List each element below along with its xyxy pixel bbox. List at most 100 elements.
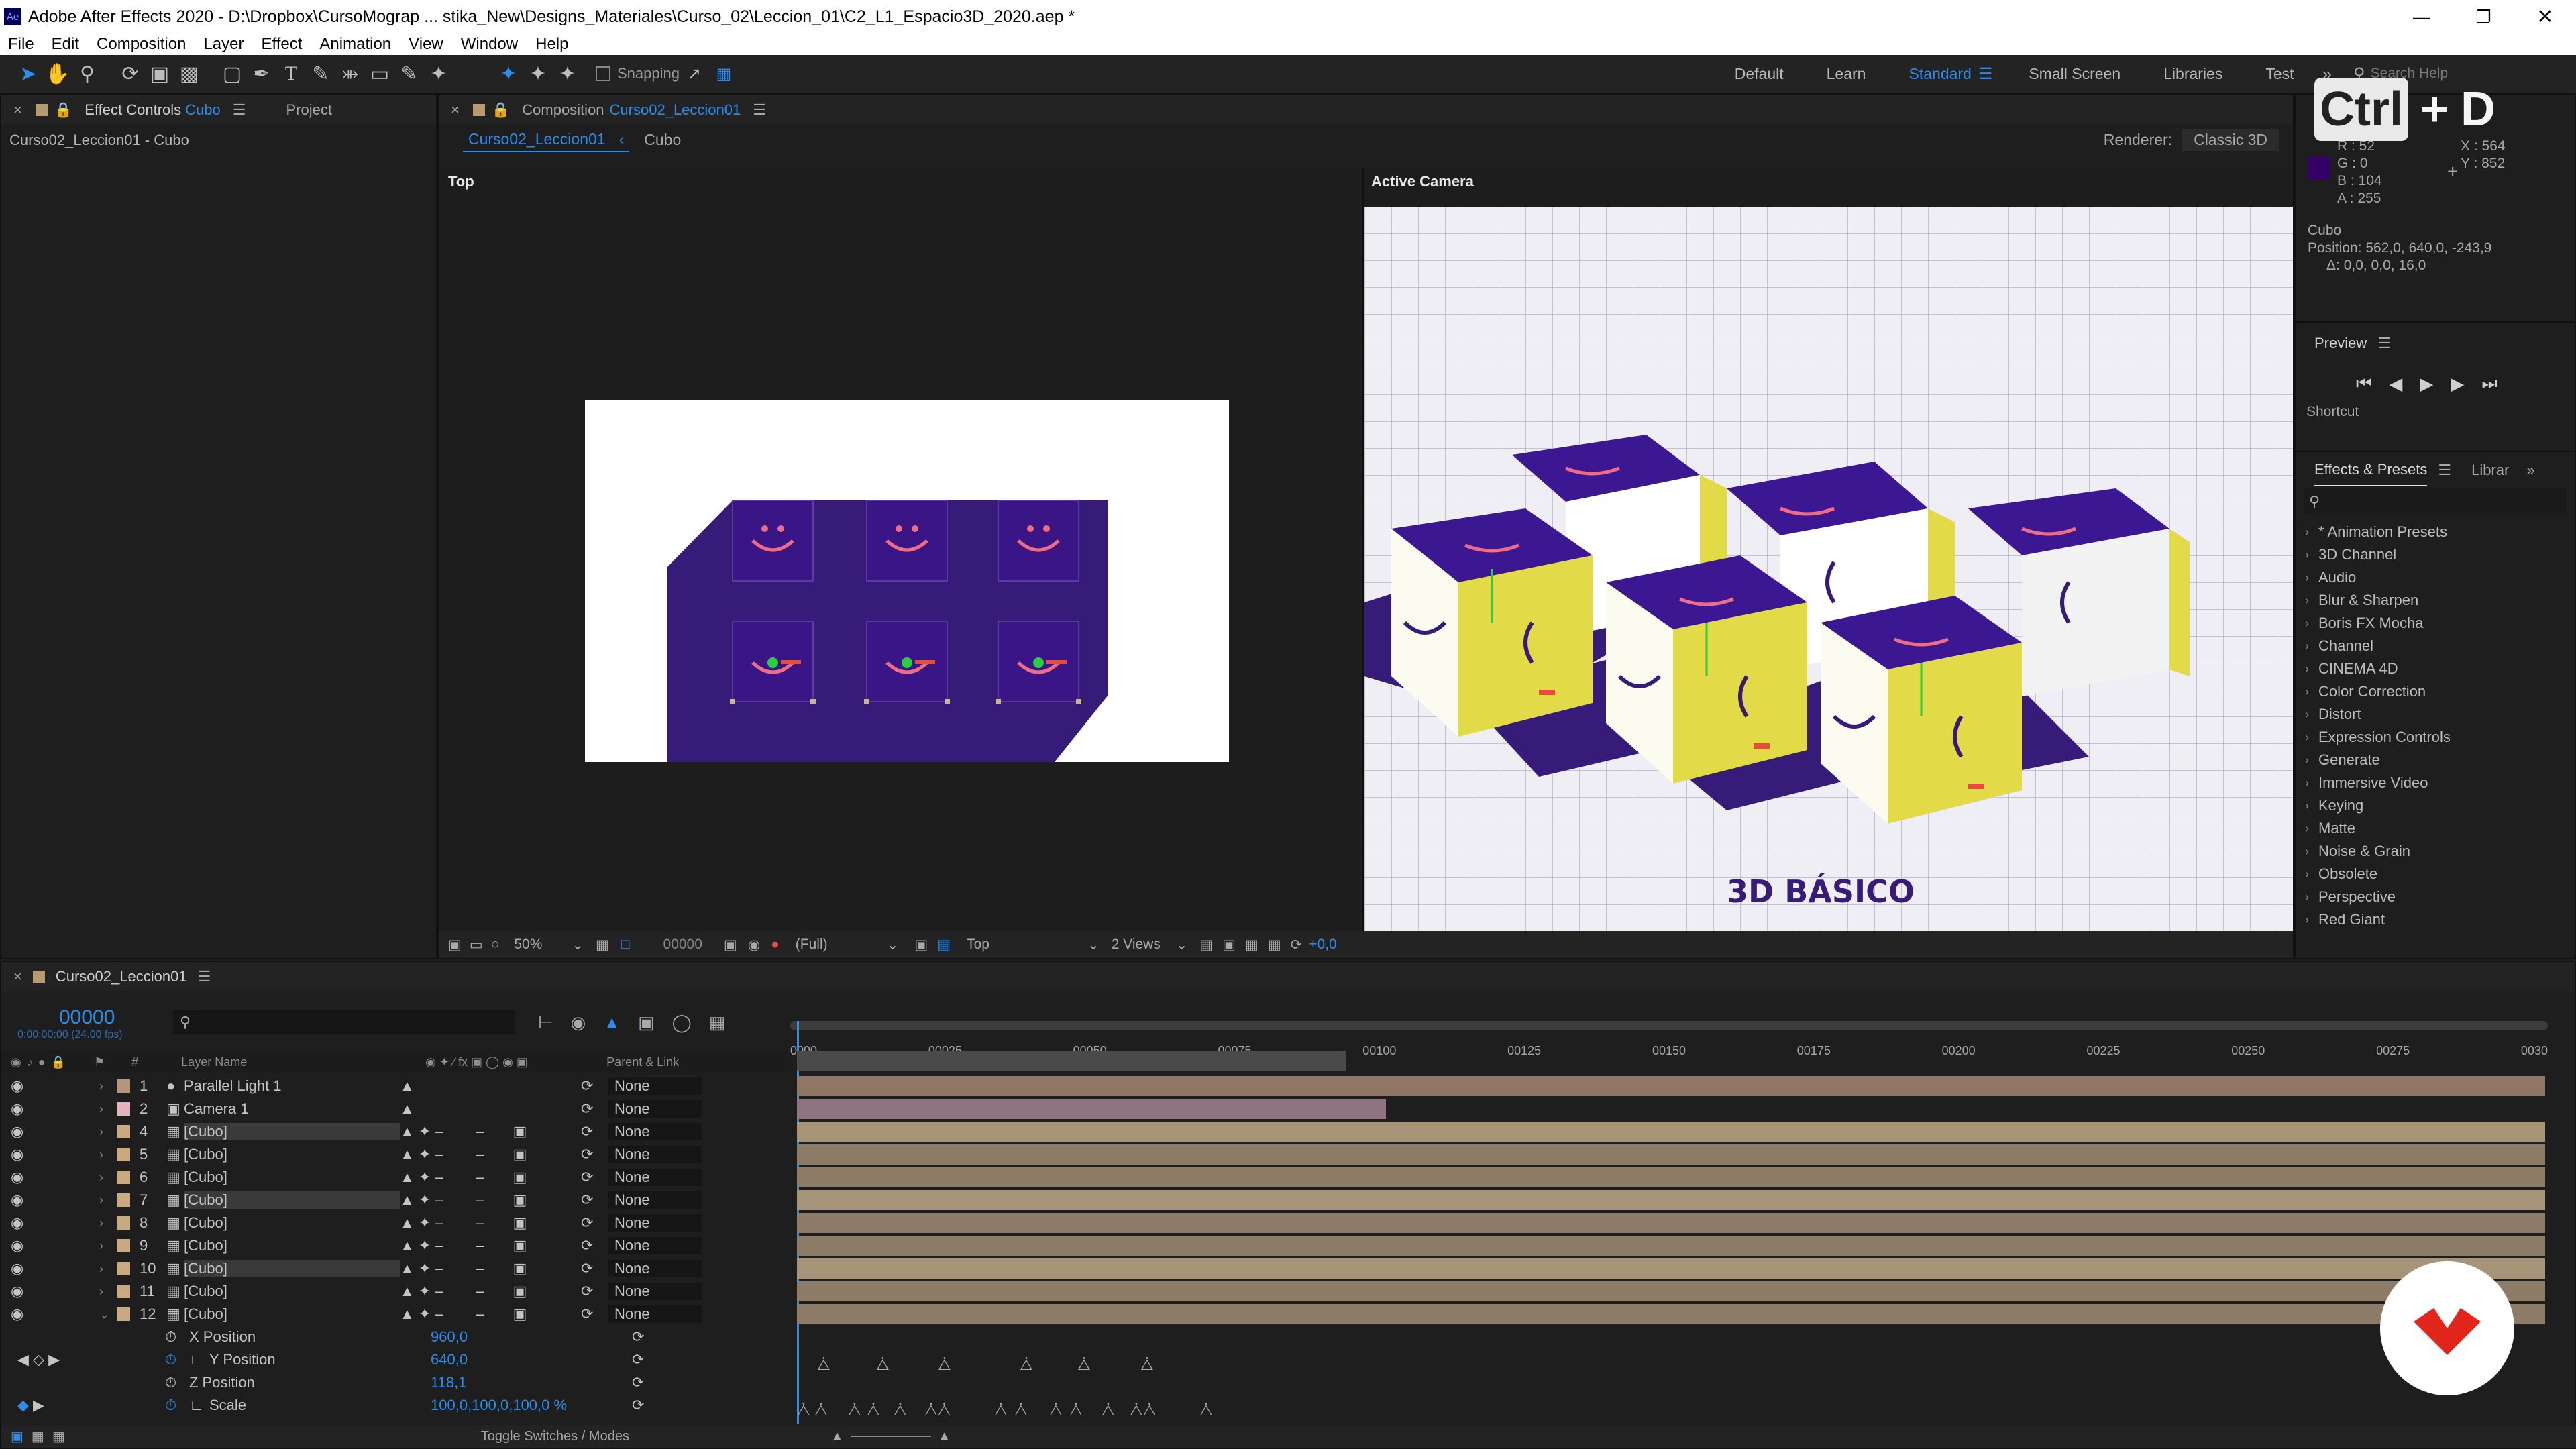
composition-tab-name[interactable]: Curso02_Leccion01: [610, 101, 741, 119]
effects-category[interactable]: › * Animation Presets: [2296, 521, 2575, 543]
property-row[interactable]: ◆ ▶ ⏱ ∟ Scale 100,0,100,0,100,0 % ⟳: [1, 1394, 785, 1417]
expression-pickwhip-icon[interactable]: ⟳: [632, 1397, 644, 1414]
fit-icon[interactable]: ▦: [596, 936, 609, 953]
layer-name[interactable]: [Cubo]: [184, 1123, 400, 1140]
menu-composition[interactable]: Composition: [97, 35, 186, 54]
layer-row[interactable]: ◉ › 5 ▦ [Cubo] ▲ ✦ – – ▣ ⟳ None: [1, 1143, 785, 1166]
layer-bar-light[interactable]: [797, 1076, 2545, 1096]
always-preview-icon[interactable]: ▣: [448, 936, 462, 953]
snap-features-icon[interactable]: ▦: [709, 59, 739, 89]
layer-label-color[interactable]: [117, 1285, 130, 1298]
selection-tool-icon[interactable]: ➤: [13, 59, 43, 89]
expression-pickwhip-icon[interactable]: ⟳: [632, 1374, 644, 1391]
next-frame-icon[interactable]: ▶: [2451, 374, 2464, 394]
layer-label-color[interactable]: [117, 1193, 130, 1207]
timeline-comp-tab[interactable]: Curso02_Leccion01: [56, 968, 187, 985]
zoom-in-icon[interactable]: ▲: [938, 1429, 951, 1444]
expand-chevron-icon[interactable]: ›: [99, 1171, 113, 1185]
menu-window[interactable]: Window: [461, 35, 518, 54]
layer-name[interactable]: [Cubo]: [184, 1146, 400, 1163]
layer-bar-cubo[interactable]: [797, 1236, 2545, 1256]
layer-name[interactable]: [Cubo]: [184, 1237, 400, 1254]
expand-chevron-icon[interactable]: ›: [99, 1125, 113, 1139]
layer-bar-cubo[interactable]: [797, 1190, 2545, 1210]
keyframe-marker[interactable]: ⧊: [1049, 1402, 1063, 1419]
workspace-menu-icon[interactable]: ☰: [1978, 64, 1993, 84]
pen-tool-icon[interactable]: ✒: [247, 59, 276, 89]
exposure-value[interactable]: +0,0: [1309, 936, 1336, 953]
brush-tool-icon[interactable]: ✎: [306, 59, 335, 89]
layer-bar-cubo[interactable]: [797, 1167, 2545, 1187]
keyframe-marker[interactable]: ⧊⧊: [924, 1402, 951, 1419]
effects-category[interactable]: › CINEMA 4D: [2296, 657, 2575, 680]
expand-chevron-icon[interactable]: ›: [99, 1262, 113, 1276]
layer-name[interactable]: [Cubo]: [184, 1260, 400, 1277]
parent-pickwhip-icon[interactable]: ⟳: [581, 1305, 608, 1323]
layer-bar-cubo[interactable]: [797, 1122, 2545, 1142]
comp-flowchart-icon[interactable]: ▣: [11, 1428, 23, 1445]
keyframe-marker[interactable]: ⧊: [1102, 1402, 1115, 1419]
visibility-eye-icon[interactable]: ◉: [11, 1123, 52, 1140]
effects-category[interactable]: › Boris FX Mocha: [2296, 612, 2575, 635]
stopwatch-icon[interactable]: ⏱: [165, 1328, 189, 1346]
camera-tool-icon[interactable]: ▣: [145, 59, 174, 89]
expand-chevron-icon[interactable]: ›: [99, 1193, 113, 1208]
parent-pickwhip-icon[interactable]: ⟳: [581, 1214, 608, 1232]
effects-category[interactable]: › Immersive Video: [2296, 771, 2575, 794]
graph-editor-icon[interactable]: ▦: [709, 1012, 726, 1033]
parent-pickwhip-icon[interactable]: ⟳: [581, 1191, 608, 1209]
menu-file[interactable]: File: [8, 35, 34, 54]
mask-view-icon[interactable]: ○: [491, 936, 500, 953]
layer-label-color[interactable]: [117, 1125, 130, 1138]
visibility-eye-icon[interactable]: ◉: [11, 1214, 52, 1232]
parent-pickwhip-icon[interactable]: ⟳: [581, 1077, 608, 1095]
parent-dropdown[interactable]: None: [608, 1100, 702, 1118]
keyframe-marker[interactable]: ⧊: [1014, 1402, 1028, 1419]
expand-panes-icon[interactable]: ▦: [32, 1428, 44, 1445]
close-button[interactable]: ✕: [2514, 5, 2576, 29]
collapse-chevron-icon[interactable]: ⌄: [99, 1307, 113, 1322]
transparency-grid-icon[interactable]: ▦: [937, 936, 951, 953]
parent-pickwhip-icon[interactable]: ⟳: [581, 1237, 608, 1254]
keyframe-marker[interactable]: ⧊⧊: [1130, 1402, 1156, 1419]
effect-controls-tab[interactable]: Effect Controls: [85, 101, 181, 119]
libraries-tab[interactable]: Librar: [2471, 462, 2509, 479]
visibility-eye-icon[interactable]: ◉: [11, 1191, 52, 1209]
zoom-slider[interactable]: [850, 1436, 931, 1437]
keyframe-nav-icon[interactable]: ◀ ◇ ▶: [17, 1351, 165, 1368]
comp-mini-flowchart-icon[interactable]: ⊢: [538, 1012, 553, 1033]
parent-dropdown[interactable]: None: [608, 1305, 702, 1323]
timeline-search-field[interactable]: ⚲: [173, 1010, 515, 1034]
layer-bar-cubo[interactable]: [797, 1213, 2545, 1233]
work-area-bar[interactable]: [790, 1021, 2548, 1030]
layer-name[interactable]: [Cubo]: [184, 1169, 400, 1186]
parent-pickwhip-icon[interactable]: ⟳: [581, 1146, 608, 1163]
expression-pickwhip-icon[interactable]: ⟳: [632, 1351, 644, 1368]
parent-pickwhip-icon[interactable]: ⟳: [581, 1169, 608, 1186]
layer-label-color[interactable]: [117, 1079, 130, 1093]
stopwatch-icon[interactable]: ⏱: [165, 1351, 189, 1368]
menu-layer[interactable]: Layer: [203, 35, 244, 54]
property-row[interactable]: ⏱ Z Position 118,1 ⟳: [1, 1371, 785, 1394]
keyframe-marker[interactable]: ⧊: [1199, 1402, 1213, 1419]
layer-name[interactable]: [Cubo]: [184, 1191, 400, 1209]
layer-label-color[interactable]: [117, 1171, 130, 1184]
effects-category[interactable]: › Expression Controls: [2296, 726, 2575, 749]
keyframe-marker[interactable]: ⧊: [814, 1402, 828, 1419]
layer-row[interactable]: ◉ › 6 ▦ [Cubo] ▲ ✦ – – ▣ ⟳ None: [1, 1166, 785, 1189]
workspace-default[interactable]: Default: [1735, 65, 1784, 83]
flowchart-icon[interactable]: ▦: [1268, 936, 1281, 953]
layer-row[interactable]: ◉ › 7 ▦ [Cubo] ▲ ✦ – – ▣ ⟳ None: [1, 1189, 785, 1212]
layer-label-color[interactable]: [117, 1102, 130, 1116]
comp-lock-icon[interactable]: 🔒: [492, 101, 510, 119]
layer-label-color[interactable]: [117, 1262, 130, 1275]
zoom-chevron-icon[interactable]: ⌄: [572, 936, 584, 953]
parent-pickwhip-icon[interactable]: ⟳: [581, 1100, 608, 1118]
parent-dropdown[interactable]: None: [608, 1191, 702, 1209]
keyframe-marker[interactable]: ⧊: [1077, 1356, 1091, 1374]
timeline-current-time[interactable]: 00000: [59, 1006, 115, 1029]
preview-menu-icon[interactable]: ☰: [2377, 335, 2391, 352]
workspace-small-screen[interactable]: Small Screen: [2029, 65, 2121, 83]
layer-bar-cubo[interactable]: [797, 1304, 2545, 1324]
resolution-chevron-icon[interactable]: ⌄: [887, 936, 899, 953]
